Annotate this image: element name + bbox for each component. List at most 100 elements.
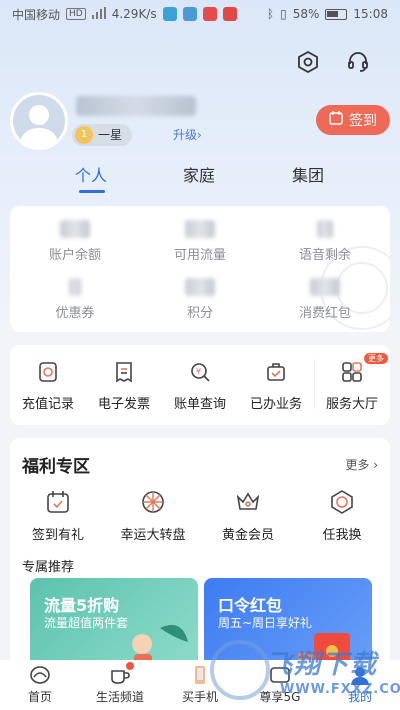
service-hall[interactable]: 更多 服务大厅 xyxy=(314,353,390,412)
value-blurred xyxy=(310,278,340,296)
voice-remaining[interactable]: 语音剩余 xyxy=(262,220,388,263)
welfare-checkin-gift[interactable]: 签到有礼 xyxy=(10,488,106,543)
calendar-gift-icon xyxy=(44,488,72,516)
service-bill-query[interactable]: ¥ 账单查询 xyxy=(162,359,238,412)
site-watermark: 飞翔下载 WWW.FXXZ.COM xyxy=(210,636,400,708)
settings-icon[interactable] xyxy=(294,48,322,76)
value-blurred xyxy=(69,278,81,296)
value-blurred xyxy=(317,220,333,238)
banner-title: 口令红包 xyxy=(218,596,283,615)
svg-text:¥: ¥ xyxy=(196,367,201,376)
wheel-icon xyxy=(139,488,167,516)
crown-icon xyxy=(234,488,262,516)
service-e-invoice[interactable]: 电子发票 xyxy=(86,359,162,412)
welfare-exchange[interactable]: 任我换 xyxy=(294,488,390,543)
chevron-right-icon: › xyxy=(197,128,202,142)
recommend-title: 专属推荐 xyxy=(22,560,75,575)
nav-life-channel[interactable]: 生活频道 xyxy=(80,662,160,705)
notification-app-icon xyxy=(222,7,237,21)
service-label: 服务大厅 xyxy=(325,397,378,412)
value-blurred xyxy=(60,220,90,238)
chevron-right-icon: › xyxy=(373,458,378,472)
upgrade-label: 升级 xyxy=(173,128,198,142)
service-label: 账单查询 xyxy=(173,397,226,412)
points[interactable]: 积分 xyxy=(137,278,263,321)
notification-dot xyxy=(126,662,134,670)
account-summary-card: 账户余额 可用流量 语音剩余 优惠券 积分 消费红包 xyxy=(10,206,390,332)
signal-icon xyxy=(91,6,106,22)
nav-label: 生活频道 xyxy=(95,690,144,704)
spending-red-packet[interactable]: 消费红包 xyxy=(262,278,388,321)
service-label: 电子发票 xyxy=(97,397,150,412)
account-item-label: 积分 xyxy=(186,306,213,321)
bluetooth-icon: ᛒ xyxy=(266,7,275,21)
tab-group[interactable]: 集团 xyxy=(292,162,324,186)
checkin-button[interactable]: 签到 xyxy=(316,105,390,135)
value-blurred xyxy=(185,220,215,238)
recharge-record-icon xyxy=(35,359,61,385)
account-item-label: 语音剩余 xyxy=(298,248,351,263)
network-speed: 4.29K/s xyxy=(111,7,157,21)
tab-family[interactable]: 家庭 xyxy=(183,162,215,186)
nav-label: 首页 xyxy=(27,690,52,704)
notification-app-icon xyxy=(162,7,177,21)
welfare-lucky-wheel[interactable]: 幸运大转盘 xyxy=(105,488,201,543)
more-badge: 更多 xyxy=(364,353,388,364)
vibrate-icon: ▯ xyxy=(280,7,287,21)
account-item-label: 优惠券 xyxy=(55,306,95,321)
level-badge[interactable]: 1 一星 xyxy=(72,124,133,146)
welfare-label: 签到有礼 xyxy=(31,528,84,543)
section-title: 福利专区 xyxy=(22,457,90,477)
battery-percent: 58% xyxy=(292,7,320,21)
tab-personal[interactable]: 个人 xyxy=(75,162,107,186)
username-blurred xyxy=(76,96,196,116)
more-label: 更多 xyxy=(345,458,370,472)
carrier-name: 中国移动 xyxy=(12,7,61,22)
service-hall-icon xyxy=(339,359,365,385)
exchange-icon xyxy=(328,488,356,516)
welfare-label: 任我换 xyxy=(322,528,362,543)
account-item-label: 可用流量 xyxy=(173,248,226,263)
watermark-logo-icon xyxy=(210,640,270,700)
value-blurred xyxy=(185,278,215,296)
available-data[interactable]: 可用流量 xyxy=(137,220,263,263)
coupons[interactable]: 优惠券 xyxy=(12,278,138,321)
bill-query-icon: ¥ xyxy=(187,359,213,385)
more-link[interactable]: 更多 › xyxy=(345,456,378,473)
avatar[interactable] xyxy=(10,92,68,150)
welfare-label: 幸运大转盘 xyxy=(120,528,186,543)
service-label: 充值记录 xyxy=(21,397,74,412)
banner-title: 流量5折购 xyxy=(44,596,120,615)
phone-icon xyxy=(188,664,212,686)
tab-underline xyxy=(79,190,105,193)
invoice-icon xyxy=(111,359,137,385)
nav-home[interactable]: 首页 xyxy=(0,664,80,705)
tab-bar: 个人 家庭 集团 xyxy=(0,162,400,196)
life-channel-icon xyxy=(108,662,134,686)
watermark-text: 飞翔下载 xyxy=(266,650,379,680)
service-label: 已办业务 xyxy=(249,397,302,412)
upgrade-link[interactable]: 升级› xyxy=(173,126,202,143)
home-logo-icon xyxy=(28,664,52,686)
notification-app-icon xyxy=(182,7,197,21)
welfare-label: 黄金会员 xyxy=(221,528,274,543)
service-handled-business[interactable]: 已办业务 xyxy=(238,359,314,412)
service-recharge-record[interactable]: 充值记录 xyxy=(10,359,86,412)
account-item-label: 账户余额 xyxy=(48,248,101,263)
clock: 15:08 xyxy=(353,7,388,21)
account-item-label: 消费红包 xyxy=(298,306,351,321)
checkin-label: 签到 xyxy=(349,113,377,129)
level-label: 一星 xyxy=(98,128,123,142)
network-type: HD xyxy=(66,8,86,20)
welfare-gold-member[interactable]: 黄金会员 xyxy=(200,488,296,543)
watermark-url: WWW.FXXZ.COM xyxy=(280,682,400,697)
notification-app-icon xyxy=(202,7,217,21)
medal-icon: 1 xyxy=(75,126,93,144)
quick-services-card: 充值记录 电子发票 ¥ 账单查询 已办业务 更多 服务大厅 xyxy=(10,345,390,425)
calendar-icon xyxy=(329,111,343,129)
battery-icon xyxy=(325,8,348,20)
status-bar: 中国移动 HD 4.29K/s ᛒ ▯ 58% 15:08 xyxy=(0,0,400,28)
account-balance[interactable]: 账户余额 xyxy=(12,220,138,263)
customer-service-icon[interactable] xyxy=(344,48,372,76)
handled-business-icon xyxy=(263,359,289,385)
